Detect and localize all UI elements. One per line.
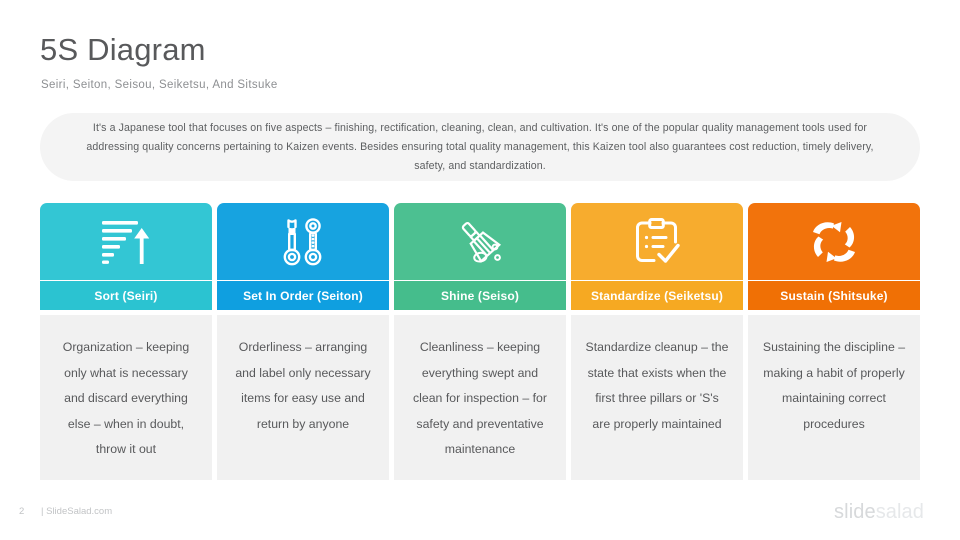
card-sort[interactable]: Sort (Seiri)	[40, 203, 212, 310]
body-panel-standardize: Standardize cleanup – the state that exi…	[571, 315, 743, 480]
card-set-in-order[interactable]: Set In Order (Seiton)	[217, 203, 389, 310]
body-panel-shine: Cleanliness – keeping everything swept a…	[394, 315, 566, 480]
body-panel-sort: Organization – keeping only what is nece…	[40, 315, 212, 480]
card-sort-label: Sort (Seiri)	[40, 281, 212, 310]
card-shine-icon-area	[394, 203, 566, 281]
page-subtitle: Seiri, Seiton, Seisou, Seiketsu, And Sit…	[41, 79, 278, 91]
card-shine[interactable]: Shine (Seiso)	[394, 203, 566, 310]
body-panel-set-in-order: Orderliness – arranging and label only n…	[217, 315, 389, 480]
description-text: It's a Japanese tool that focuses on fiv…	[86, 121, 874, 172]
body-text-sustain: Sustaining the discipline – making a hab…	[762, 340, 906, 431]
card-sustain-label: Sustain (Shitsuke)	[748, 281, 920, 310]
card-shine-label: Shine (Seiso)	[394, 281, 566, 310]
slide: 5S Diagram Seiri, Seiton, Seisou, Seiket…	[0, 0, 960, 540]
card-standardize-label: Standardize (Seiketsu)	[571, 281, 743, 310]
clipboard-check-icon	[632, 216, 682, 268]
body-panels-row: Organization – keeping only what is nece…	[40, 315, 920, 480]
broom-icon	[454, 217, 506, 267]
cards-row: Sort (Seiri) Set In Order (Seiton) Shine…	[40, 203, 920, 310]
card-sort-icon-area	[40, 203, 212, 281]
card-sustain-icon-area	[748, 203, 920, 281]
logo-text-second: salad	[875, 501, 924, 523]
wrenches-icon	[278, 216, 328, 268]
page-number: 2	[19, 506, 25, 517]
description-panel: It's a Japanese tool that focuses on fiv…	[40, 113, 920, 181]
card-sustain[interactable]: Sustain (Shitsuke)	[748, 203, 920, 310]
refresh-cycle-icon	[807, 219, 861, 265]
body-text-shine: Cleanliness – keeping everything swept a…	[413, 340, 547, 456]
card-standardize-icon-area	[571, 203, 743, 281]
logo-text-first: slide	[834, 501, 876, 523]
page-title: 5S Diagram	[40, 32, 206, 67]
body-panel-sustain: Sustaining the discipline – making a hab…	[748, 315, 920, 480]
sort-bars-arrow-icon	[99, 218, 153, 266]
body-text-set-in-order: Orderliness – arranging and label only n…	[235, 340, 371, 431]
slidesalad-logo: slidesalad	[834, 501, 924, 524]
body-text-sort: Organization – keeping only what is nece…	[62, 340, 190, 456]
card-set-in-order-icon-area	[217, 203, 389, 281]
footer-site-label: | SlideSalad.com	[41, 506, 113, 517]
card-set-in-order-label: Set In Order (Seiton)	[217, 281, 389, 310]
body-text-standardize: Standardize cleanup – the state that exi…	[585, 340, 729, 431]
card-standardize[interactable]: Standardize (Seiketsu)	[571, 203, 743, 310]
